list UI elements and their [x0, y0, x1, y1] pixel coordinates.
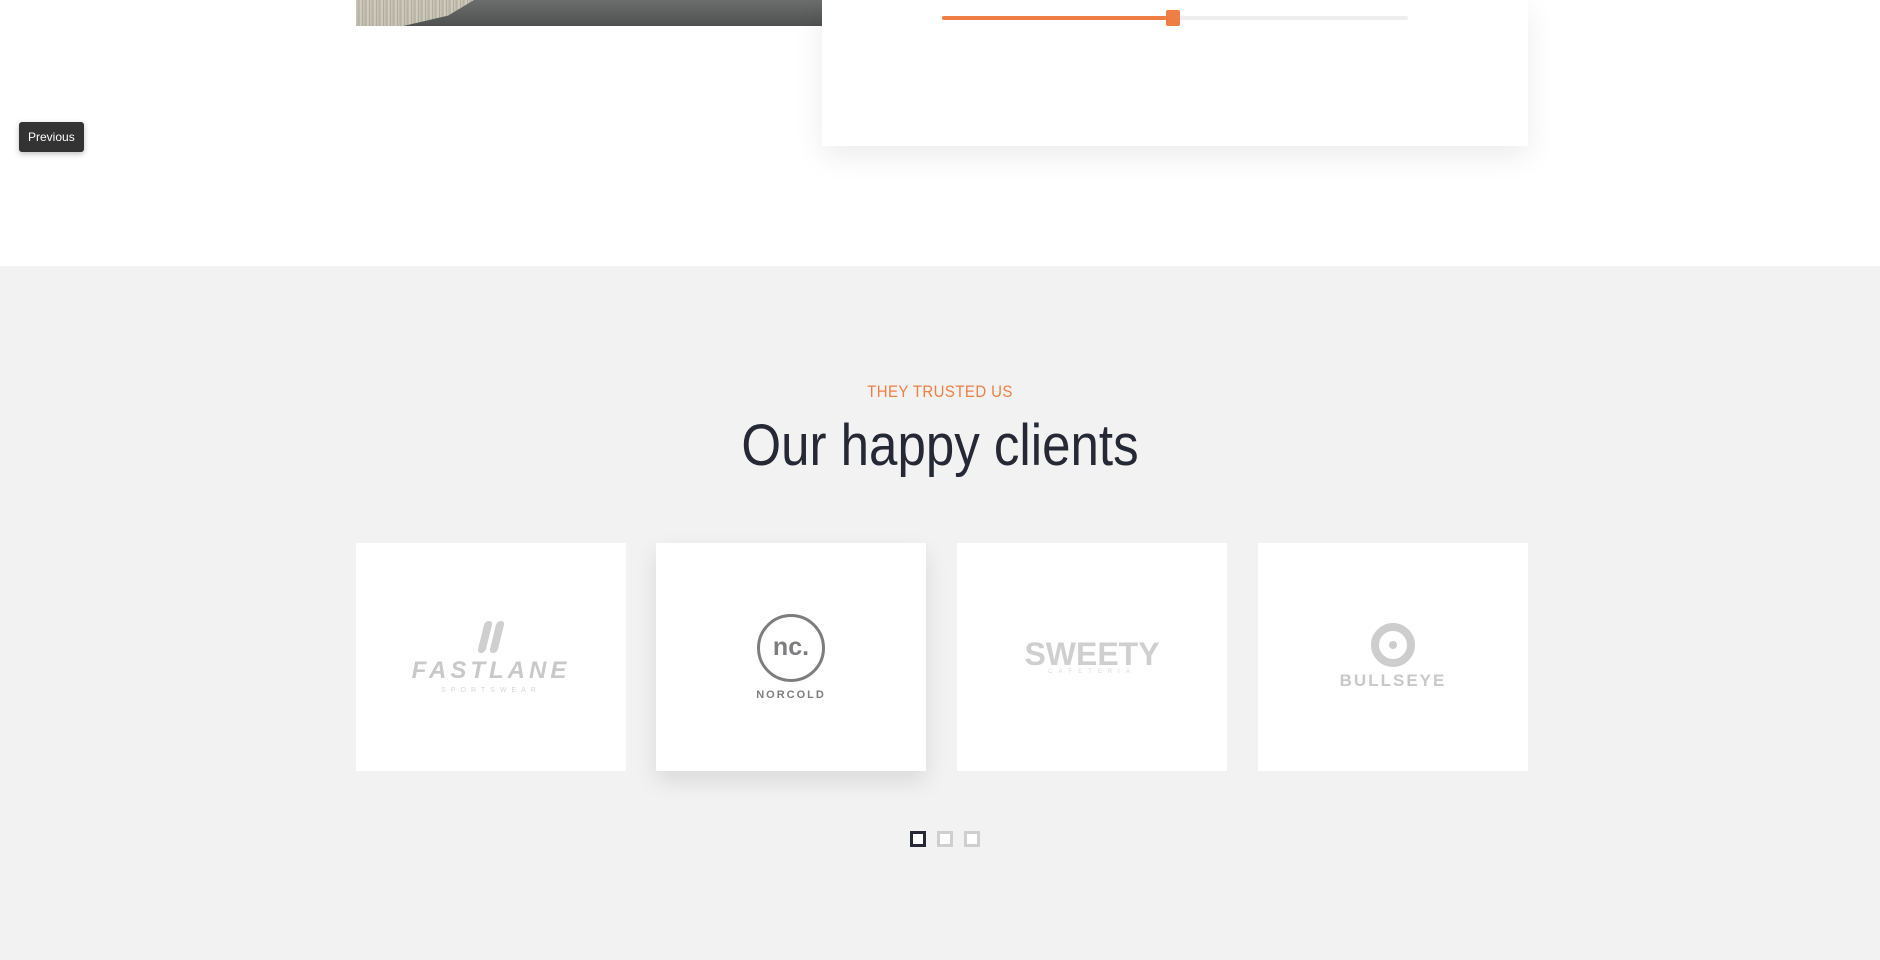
- content-card: [822, 0, 1528, 146]
- photo-image: [356, 0, 822, 26]
- slider-fill: [942, 16, 1173, 20]
- client-tagline: SPORTSWEAR: [441, 686, 541, 694]
- carousel-pagination: [910, 831, 980, 847]
- fastlane-mark-icon: [476, 620, 505, 653]
- bullseye-mark-icon: [1371, 623, 1415, 667]
- clients-section: THEY TRUSTED US Our happy clients FASTLA…: [0, 266, 1880, 960]
- sweety-logo: SWEETY CAFETERIA: [1024, 636, 1160, 675]
- previous-button[interactable]: Previous: [19, 122, 84, 152]
- norcold-mark-icon: nc.: [756, 613, 825, 682]
- client-card-fastlane[interactable]: FASTLANE SPORTSWEAR: [356, 543, 626, 771]
- range-slider[interactable]: [942, 10, 1408, 26]
- bullseye-logo: BULLSEYE: [1340, 623, 1447, 691]
- section-eyebrow: THEY TRUSTED US: [867, 382, 1013, 401]
- norcold-logo: nc. NORCOLD: [756, 613, 826, 701]
- client-name: SWEETY: [1024, 636, 1160, 672]
- slider-thumb[interactable]: [1165, 10, 1180, 26]
- client-name: BULLSEYE: [1339, 671, 1447, 690]
- rope-detail: [356, 0, 474, 26]
- client-tagline: CAFETERIA: [1048, 669, 1136, 675]
- pagination-dot-1[interactable]: [910, 831, 926, 847]
- fastlane-logo: FASTLANE SPORTSWEAR: [411, 620, 571, 694]
- top-section: [0, 0, 1880, 266]
- client-card-sweety[interactable]: SWEETY CAFETERIA: [957, 543, 1227, 771]
- client-card-norcold[interactable]: nc. NORCOLD: [656, 543, 926, 771]
- client-card-bullseye[interactable]: BULLSEYE: [1258, 543, 1528, 771]
- pagination-dot-2[interactable]: [937, 831, 953, 847]
- pagination-dot-3[interactable]: [964, 831, 980, 847]
- section-title: Our happy clients: [741, 413, 1139, 478]
- client-name: NORCOLD: [756, 688, 826, 701]
- client-name: FASTLANE: [411, 656, 571, 684]
- client-mark: nc.: [772, 633, 810, 661]
